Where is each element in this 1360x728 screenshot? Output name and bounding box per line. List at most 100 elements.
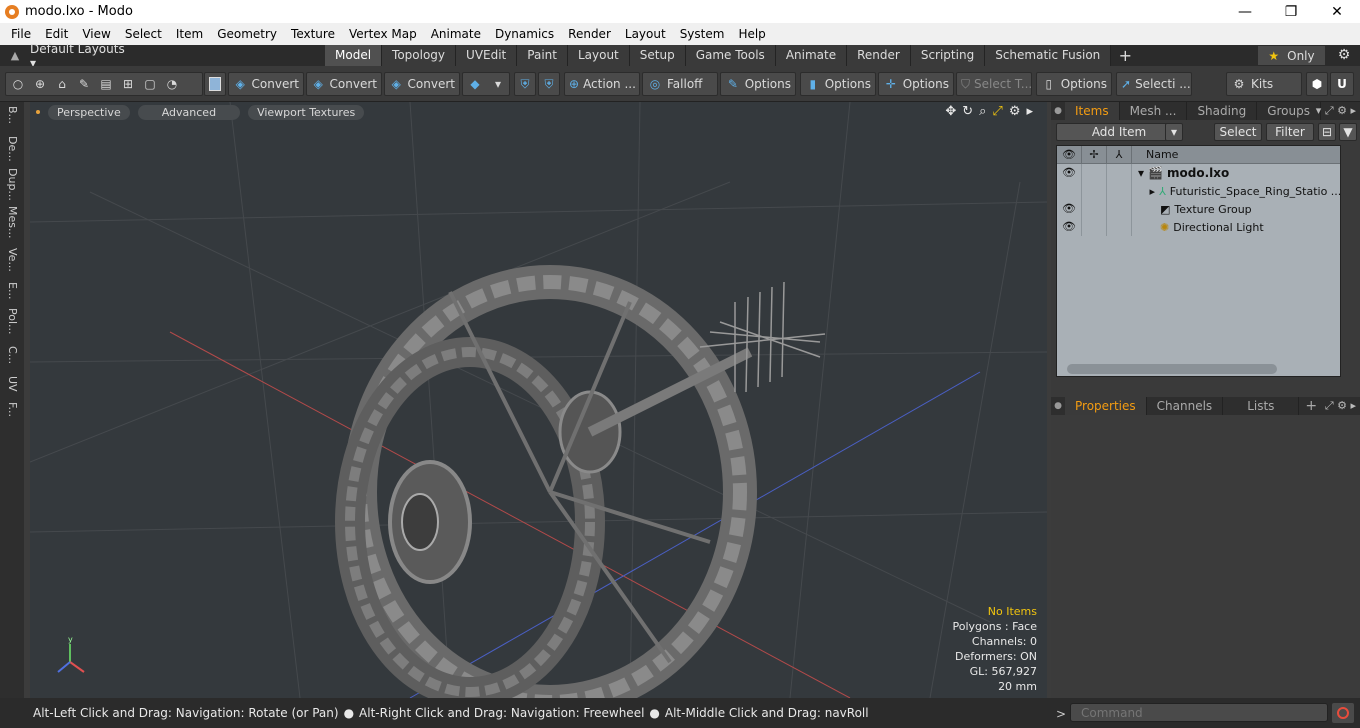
tab-uvedit[interactable]: UVEdit [456,45,518,66]
select-button[interactable]: Select [1214,123,1262,141]
collapse-all-icon[interactable]: ⊟ [1318,123,1336,141]
tab-groups[interactable]: Groups [1257,102,1321,120]
horizontal-scrollbar[interactable] [1067,364,1277,374]
add-item-button[interactable]: Add Item [1056,123,1182,141]
material-mode-icon[interactable]: ⊞ [120,76,136,92]
tab-properties[interactable]: Properties [1065,397,1147,415]
symmetry-button[interactable]: ⛨ [514,72,536,96]
left-tab-vertex[interactable]: Ve... [3,248,21,272]
menu-render[interactable]: Render [561,23,618,45]
shield-select-icon[interactable]: ⌂ [54,76,70,92]
tab-layout[interactable]: Layout [567,45,630,66]
tab-channels[interactable]: Channels [1147,397,1224,415]
tab-mesh[interactable]: Mesh ... [1120,102,1188,120]
vertex-mode-icon[interactable]: ○ [10,76,26,92]
eye-icon[interactable]: 👁 [1057,218,1082,236]
left-tab-mesh-edit[interactable]: Mes... [3,206,21,238]
filter-funnel-icon[interactable]: ▼ [1339,123,1357,141]
menu-layout[interactable]: Layout [618,23,673,45]
edge-mode-icon[interactable]: ✎ [76,76,92,92]
left-tab-polygon[interactable]: Pol... [3,308,21,335]
tab-scripting[interactable]: Scripting [910,45,986,66]
left-tab-deform[interactable]: De... [3,136,21,162]
add-item-dropdown[interactable]: ▾ [1165,123,1183,141]
tab-setup[interactable]: Setup [629,45,686,66]
panel-menu-dot-icon[interactable]: ● [1051,401,1065,411]
menu-texture[interactable]: Texture [284,23,342,45]
menu-system[interactable]: System [673,23,732,45]
panel-options-icons[interactable]: ⤢ ⚙ ▸ [1325,397,1356,415]
options-button-4[interactable]: ▯ Options [1036,72,1112,96]
tab-items[interactable]: Items [1065,102,1120,120]
zoom-icon[interactable]: ⌕ [979,104,986,119]
viewport-textures-button[interactable]: Viewport Textures [248,104,365,120]
kits-button[interactable]: ⚙ Kits [1226,72,1302,96]
list-item[interactable]: ▸ ⅄ Futuristic_Space_Ring_Statio ... [1057,182,1340,200]
eye-icon[interactable]: 👁 [1057,200,1082,218]
convert-button-3[interactable]: ◈ Convert [384,72,460,96]
left-tab-basic[interactable]: B... [3,106,21,124]
options-button-3[interactable]: ✛ Options [878,72,954,96]
list-item[interactable]: 👁 ◩ Texture Group [1057,200,1340,218]
menu-dynamics[interactable]: Dynamics [488,23,561,45]
left-tab-fusion[interactable]: F... [3,402,21,417]
tab-schematic-fusion[interactable]: Schematic Fusion [985,45,1112,66]
3d-viewport[interactable]: y Perspective Advanced Viewport Textures… [30,102,1047,698]
workplane-button[interactable]: ⛨ [538,72,560,96]
tab-lists[interactable]: Lists [1223,397,1300,415]
add-tab-icon[interactable]: + [1299,398,1323,414]
convert-button-2[interactable]: ◈ Convert [306,72,382,96]
only-button[interactable]: ★ Only [1258,46,1325,65]
cube-select-button[interactable] [204,72,226,96]
menu-animate[interactable]: Animate [424,23,488,45]
render-column-icon[interactable]: ⅄ [1107,145,1132,164]
command-input[interactable] [1070,703,1328,722]
lock-column-icon[interactable]: ✢ [1082,145,1107,164]
tab-model[interactable]: Model [325,45,383,66]
list-item[interactable]: 👁 ▾ 🎬 modo.lxo [1057,164,1340,182]
menu-geometry[interactable]: Geometry [210,23,284,45]
tab-render[interactable]: Render [847,45,911,66]
options-button-1[interactable]: ✎ Options [720,72,796,96]
tab-topology[interactable]: Topology [382,45,457,66]
selection-sets-button[interactable]: ➚ Selecti ... [1116,72,1192,96]
viewport-expand-arrow-icon[interactable]: ▸ [1026,104,1033,119]
eye-icon[interactable]: 👁 [1057,164,1082,182]
close-button[interactable]: ✕ [1314,0,1360,23]
minimize-button[interactable]: — [1222,0,1268,23]
tab-shading[interactable]: Shading [1187,102,1258,120]
record-macro-button[interactable] [1332,703,1354,723]
globe-icon[interactable]: ⊕ [32,76,48,92]
unreal-button[interactable]: U [1330,72,1354,96]
rotate-icon[interactable]: ↻ [962,104,973,119]
primitive-dropdown[interactable]: ◆ ▾ [462,72,510,96]
polygon-mode-icon[interactable]: ▤ [98,76,114,92]
maximize-viewport-icon[interactable]: ⤢ [992,104,1002,119]
panel-menu-dot-icon[interactable]: ● [1051,106,1065,116]
menu-item[interactable]: Item [169,23,210,45]
panel-options-icons[interactable]: ▾ ⤢ ⚙ ▸ [1316,102,1356,120]
options-button-2[interactable]: ▮ Options [800,72,876,96]
gear-icon[interactable]: ⚙ [1334,46,1354,65]
menu-vertex-map[interactable]: Vertex Map [342,23,424,45]
unity-button[interactable]: ⬢ [1306,72,1328,96]
pivot-mode-icon[interactable]: ◔ [164,76,180,92]
list-item[interactable]: 👁 ✺ Directional Light [1057,218,1340,236]
add-tab-icon[interactable]: + [1111,45,1139,66]
visibility-column-icon[interactable]: 👁 [1057,145,1082,164]
filter-button[interactable]: Filter [1266,123,1314,141]
left-tab-duplicate[interactable]: Dup... [3,168,21,201]
select-through-button[interactable]: ⛉ Select T... [956,72,1032,96]
left-tab-edge[interactable]: E... [3,282,21,299]
layout-collapse-icon[interactable]: ▲ [0,49,30,62]
tab-game-tools[interactable]: Game Tools [685,45,776,66]
tab-animate[interactable]: Animate [775,45,848,66]
falloff-button[interactable]: ◎ Falloff [642,72,718,96]
name-column-header[interactable]: Name [1132,148,1178,161]
item-mode-icon[interactable]: ▢ [142,76,158,92]
pan-icon[interactable]: ✥ [945,104,956,119]
left-tab-uv[interactable]: UV [3,376,21,392]
viewport-menu-dot-icon[interactable] [36,110,40,114]
maximize-button[interactable]: ❐ [1268,0,1314,23]
tab-paint[interactable]: Paint [517,45,568,66]
